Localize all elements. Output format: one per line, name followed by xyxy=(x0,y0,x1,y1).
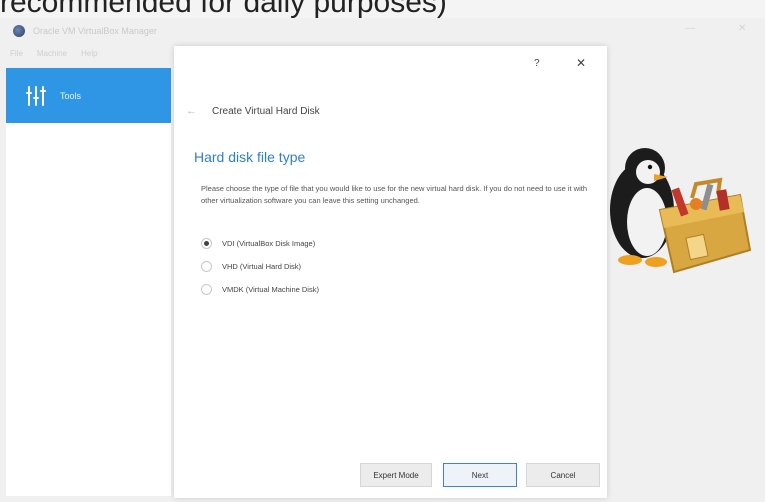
option-vmdk[interactable]: VMDK (Virtual Machine Disk) xyxy=(201,284,319,295)
tools-icon xyxy=(26,85,46,106)
menu-file[interactable]: File xyxy=(10,49,23,58)
menu-help[interactable]: Help xyxy=(81,49,97,58)
radio-button-vdi[interactable] xyxy=(201,238,212,249)
create-virtual-hard-disk-dialog: ? ✕ ← Create Virtual Hard Disk Hard disk… xyxy=(174,46,607,498)
back-arrow-icon[interactable]: ← xyxy=(186,105,197,117)
option-label-vdi: VDI (VirtualBox Disk Image) xyxy=(222,239,316,248)
cancel-button[interactable]: Cancel xyxy=(526,463,600,487)
option-vhd[interactable]: VHD (Virtual Hard Disk) xyxy=(201,261,301,272)
next-button[interactable]: Next xyxy=(443,463,517,487)
sidebar-item-label: Tools xyxy=(60,90,82,101)
option-label-vmdk: VMDK (Virtual Machine Disk) xyxy=(222,285,319,294)
description-text: Please choose the type of file that you … xyxy=(201,184,588,205)
option-label-vhd: VHD (Virtual Hard Disk) xyxy=(222,262,302,271)
sidebar: Tools xyxy=(6,68,171,496)
penguin-toolbox-illustration xyxy=(610,148,752,274)
manager-titlebar: Oracle VM VirtualBox Manager — ✕ xyxy=(0,18,765,44)
close-icon[interactable]: ✕ xyxy=(576,56,586,70)
virtualbox-app-icon xyxy=(13,25,25,37)
minimize-icon[interactable]: — xyxy=(685,23,695,34)
radio-button-vmdk[interactable] xyxy=(201,284,212,295)
menu-machine[interactable]: Machine xyxy=(37,49,67,58)
expert-mode-button[interactable]: Expert Mode xyxy=(360,463,432,487)
page-caption: recommended for daily purposes) xyxy=(0,0,447,19)
sidebar-item-tools[interactable]: Tools xyxy=(6,68,171,123)
dialog-title: Create Virtual Hard Disk xyxy=(212,106,320,117)
option-vdi[interactable]: VDI (VirtualBox Disk Image) xyxy=(201,238,315,249)
manager-title: Oracle VM VirtualBox Manager xyxy=(33,26,157,36)
help-icon[interactable]: ? xyxy=(534,58,540,69)
section-title: Hard disk file type xyxy=(194,149,306,165)
menubar: File Machine Help xyxy=(0,44,98,62)
radio-button-vhd[interactable] xyxy=(201,261,212,272)
close-window-icon[interactable]: ✕ xyxy=(738,23,746,34)
